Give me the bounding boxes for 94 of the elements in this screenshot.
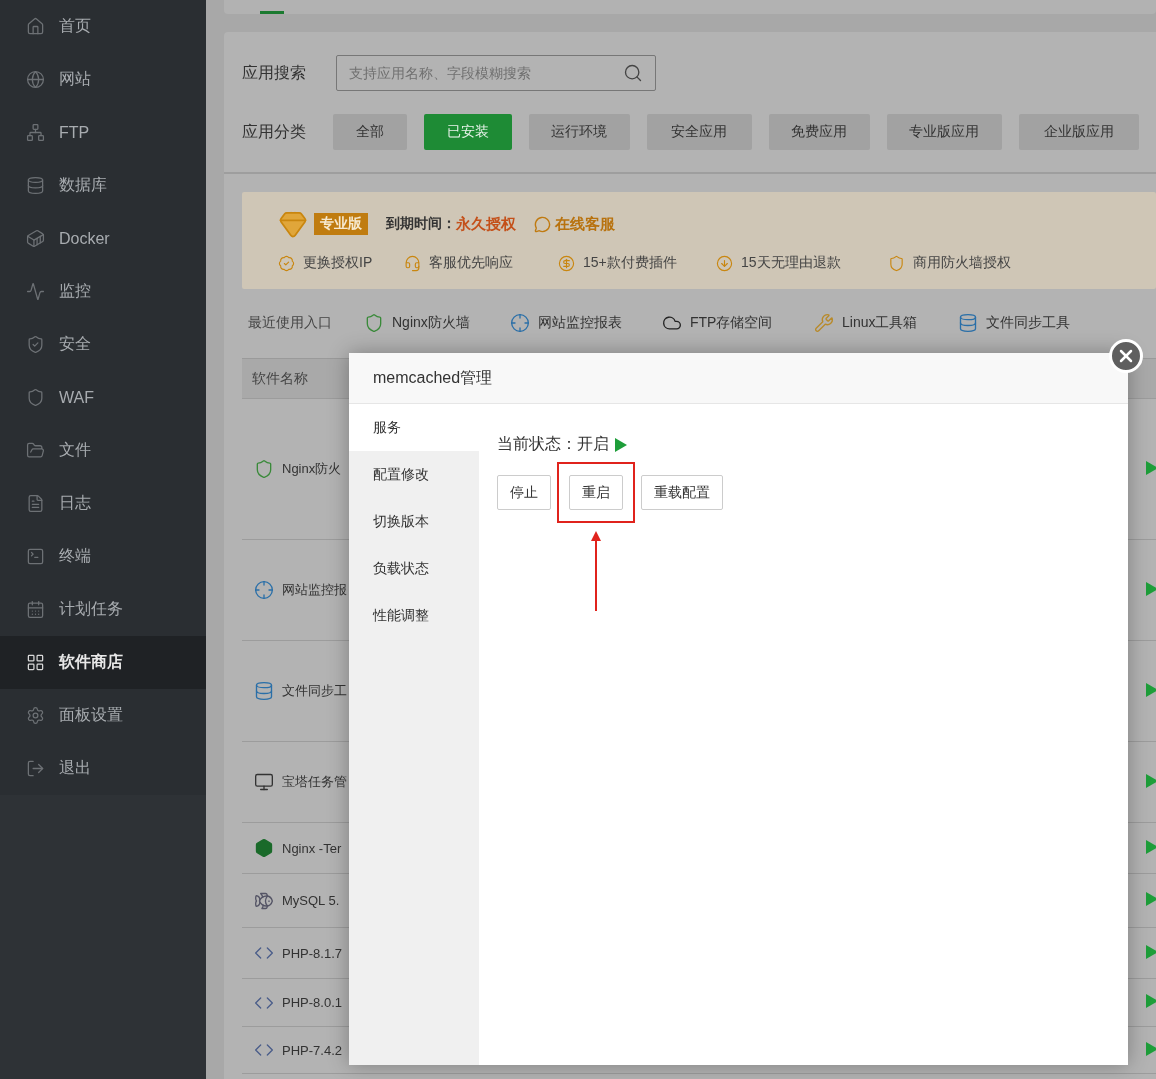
- shield-icon: [888, 254, 905, 272]
- software-name: MySQL 5.: [282, 893, 340, 908]
- hexagon-icon: [254, 838, 274, 858]
- headset-icon: [404, 254, 421, 272]
- sidebar-item[interactable]: WAF: [0, 371, 206, 424]
- software-name: Nginx防火: [282, 460, 342, 478]
- category-button[interactable]: 专业版应用: [886, 114, 1002, 150]
- container-icon: [26, 229, 45, 248]
- category-label: 应用分类: [242, 121, 307, 142]
- software-name: 文件同步工: [282, 682, 347, 700]
- settings-icon: [26, 706, 45, 725]
- crosshair-icon: [510, 313, 530, 333]
- recent-label: 最近使用入口: [248, 314, 332, 332]
- search-field[interactable]: 支持应用名称、字段模糊搜索: [336, 55, 656, 91]
- coin-icon: [558, 254, 575, 272]
- category-button[interactable]: 企业版应用: [1018, 114, 1139, 150]
- pro-badge: 专业版: [314, 213, 368, 235]
- dialog-tab[interactable]: 配置修改: [349, 451, 479, 498]
- sidebar-item[interactable]: Docker: [0, 212, 206, 265]
- category-button[interactable]: 全部: [333, 114, 408, 150]
- search-input[interactable]: 支持应用名称、字段模糊搜索: [347, 64, 623, 82]
- cloud-icon: [662, 313, 682, 333]
- network-icon: [26, 123, 45, 142]
- status-text: 当前状态：开启: [497, 434, 609, 454]
- monitor-icon: [254, 772, 274, 792]
- sidebar-item[interactable]: 终端: [0, 530, 206, 583]
- sidebar-item[interactable]: FTP: [0, 106, 206, 159]
- active-tab-indicator: [260, 11, 284, 14]
- perk-text: 15+款付费插件: [583, 254, 677, 272]
- software-name: Nginx -Ter: [282, 840, 342, 856]
- wrench-icon: [814, 313, 834, 333]
- category-button[interactable]: 运行环境: [528, 114, 630, 150]
- sidebar-item[interactable]: 网站: [0, 53, 206, 106]
- chat-icon: [534, 215, 551, 233]
- sidebar-item[interactable]: 监控: [0, 265, 206, 318]
- category-button[interactable]: 安全应用: [646, 114, 752, 150]
- refund-icon: [716, 254, 733, 272]
- perk-text: 15天无理由退款: [741, 254, 841, 272]
- recent-entry-link[interactable]: FTP存储空间: [662, 313, 814, 333]
- sidebar-item[interactable]: 安全: [0, 318, 206, 371]
- sidebar-item[interactable]: 日志: [0, 477, 206, 530]
- globe-icon: [26, 70, 45, 89]
- dialog-tab[interactable]: 切换版本: [349, 498, 479, 545]
- shield-icon: [254, 459, 274, 479]
- search-label: 应用搜索: [242, 62, 307, 83]
- service-button[interactable]: 重启: [569, 475, 623, 510]
- calendar-icon: [26, 600, 45, 619]
- software-name: PHP-7.4.2: [282, 1042, 342, 1058]
- recent-entry-link[interactable]: 文件同步工具: [958, 313, 1098, 333]
- diamond-icon: [278, 209, 308, 239]
- service-button[interactable]: 停止: [497, 475, 551, 510]
- recent-entry-link[interactable]: Nginx防火墙: [364, 313, 510, 333]
- badge-icon: [278, 254, 295, 272]
- logout-icon: [26, 759, 45, 778]
- column-header: 软件名称: [251, 369, 309, 388]
- software-name: 宝塔任务管: [282, 773, 347, 791]
- home-icon: [26, 17, 45, 36]
- software-name: PHP-8.0.1: [282, 995, 342, 1010]
- database-icon: [254, 681, 274, 701]
- shield-icon: [364, 313, 384, 333]
- sidebar-item[interactable]: 计划任务: [0, 583, 206, 636]
- document-icon: [26, 494, 45, 513]
- perk-text: 商用防火墙授权: [913, 254, 1011, 272]
- expiry-value: 永久授权: [456, 214, 516, 234]
- software-name: 网站监控报: [282, 581, 347, 599]
- chart-icon: [26, 282, 45, 301]
- sidebar-item[interactable]: 退出: [0, 742, 206, 795]
- service-button[interactable]: 重载配置: [641, 475, 723, 510]
- sidebar-item[interactable]: 首页: [0, 0, 206, 53]
- perk-text: 更换授权IP: [303, 254, 373, 272]
- sidebar-item[interactable]: 面板设置: [0, 689, 206, 742]
- category-button[interactable]: 免费应用: [768, 114, 870, 150]
- sidebar-item[interactable]: 数据库: [0, 159, 206, 212]
- sidebar-item[interactable]: 软件商店: [0, 636, 206, 689]
- shield-check-icon: [26, 335, 45, 354]
- perk-text: 客服优先响应: [429, 254, 513, 272]
- dialog-tab[interactable]: 服务: [349, 404, 479, 451]
- category-button[interactable]: 已安装: [424, 114, 512, 150]
- database-icon: [958, 313, 978, 333]
- sidebar-item[interactable]: 文件: [0, 424, 206, 477]
- software-name: PHP-8.1.7: [282, 945, 342, 961]
- grid-icon: [26, 653, 45, 672]
- search-icon[interactable]: [623, 63, 643, 83]
- terminal-icon: [26, 547, 45, 566]
- dialog-title: memcached管理: [373, 367, 493, 388]
- crosshair-icon: [254, 580, 274, 600]
- dialog-tab[interactable]: 性能调整: [349, 592, 479, 639]
- shield-icon: [26, 388, 45, 407]
- expiry-label: 到期时间：: [386, 215, 456, 233]
- recent-entry-link[interactable]: Linux工具箱: [814, 313, 958, 333]
- folder-icon: [26, 441, 45, 460]
- database-icon: [26, 176, 45, 195]
- dialog-tab[interactable]: 负载状态: [349, 545, 479, 592]
- recent-entry-link[interactable]: 网站监控报表: [510, 313, 662, 333]
